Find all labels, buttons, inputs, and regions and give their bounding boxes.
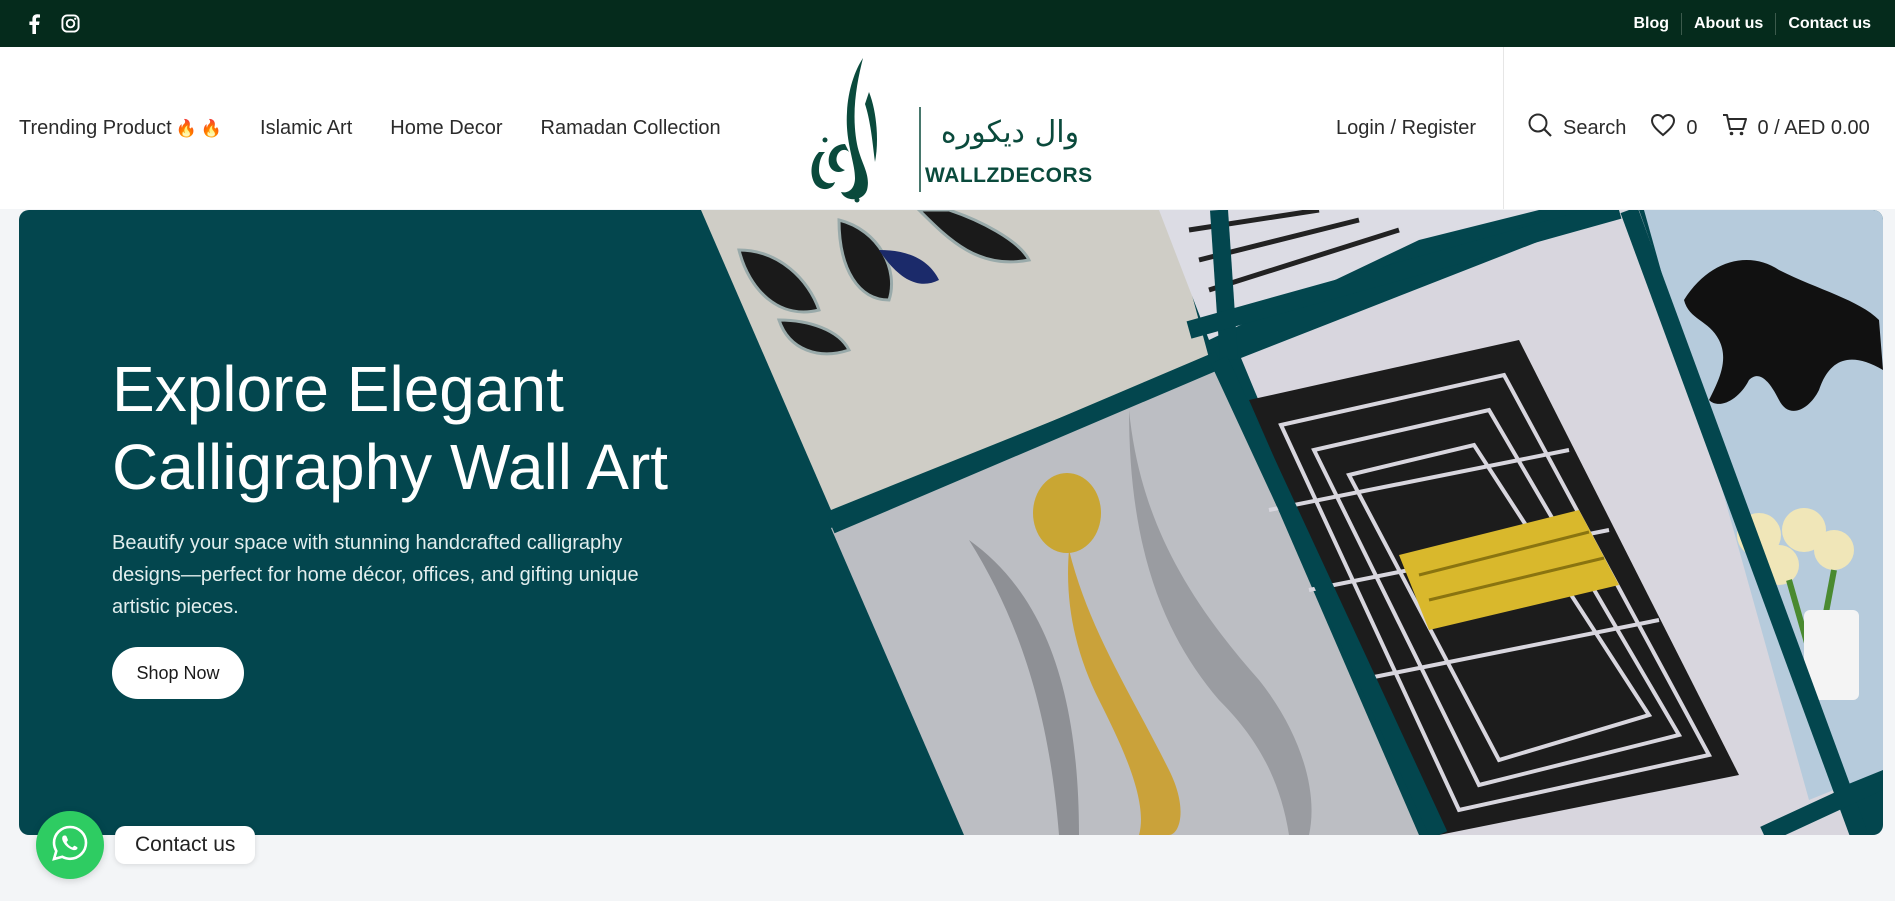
facebook-icon[interactable] — [24, 13, 44, 34]
whatsapp-icon — [51, 824, 89, 867]
cart-button[interactable]: 0 / AED 0.00 — [1722, 113, 1870, 143]
hero-title: Explore Elegant Calligraphy Wall Art — [112, 353, 669, 503]
nav-item-home-decor[interactable]: Home Decor — [390, 117, 502, 140]
header-tools: Search 0 0 / AED 0.00 — [1527, 47, 1870, 209]
heart-icon — [1650, 113, 1676, 143]
hero-subtitle: Beautify your space with stunning handcr… — [112, 532, 639, 618]
search-label: Search — [1563, 116, 1627, 139]
top-links: Blog About us Contact us — [1621, 12, 1883, 35]
search-button[interactable]: Search — [1527, 112, 1626, 144]
blog-link[interactable]: Blog — [1621, 13, 1681, 35]
fire-icon: 🔥 — [200, 118, 223, 138]
search-icon — [1527, 112, 1553, 144]
cart-icon — [1722, 113, 1748, 143]
nav-item-trending-product[interactable]: Trending Product 🔥 🔥 — [19, 117, 222, 140]
instagram-icon[interactable] — [60, 14, 80, 34]
logo-wordmark: WALLZDECORS — [925, 164, 1093, 187]
contact-us-link[interactable]: Contact us — [1775, 12, 1883, 35]
wishlist-count: 0 — [1686, 116, 1698, 139]
hero-product-collage — [701, 210, 1883, 835]
whatsapp-button[interactable] — [36, 811, 104, 879]
header-divider — [1503, 47, 1504, 209]
hero-banner: Explore Elegant Calligraphy Wall Art Bea… — [19, 210, 1883, 835]
logo-arabic: وال ديكوره — [941, 115, 1079, 150]
shop-now-button[interactable]: Shop Now — [112, 647, 244, 699]
fire-icon: 🔥 — [175, 118, 197, 138]
nav-item-label: Trending Product — [19, 116, 172, 139]
wishlist-button[interactable]: 0 — [1650, 113, 1698, 143]
about-us-link[interactable]: About us — [1681, 12, 1775, 35]
site-header: Trending Product 🔥 🔥 Islamic Art Home Deco… — [0, 47, 1895, 209]
main-nav: Trending Product 🔥 🔥 Islamic Art Home Deco… — [19, 47, 721, 209]
login-register-link[interactable]: Login / Register — [1336, 47, 1476, 209]
social-links — [24, 13, 80, 34]
nav-item-ramadan-collection[interactable]: Ramadan Collection — [541, 117, 721, 140]
site-logo[interactable]: وال ديكوره WALLZDECORS — [805, 52, 1095, 204]
cart-summary: 0 / AED 0.00 — [1757, 116, 1870, 139]
whatsapp-contact-label[interactable]: Contact us — [115, 826, 256, 864]
nav-item-islamic-art[interactable]: Islamic Art — [260, 117, 352, 140]
top-bar: Blog About us Contact us — [0, 0, 1895, 47]
